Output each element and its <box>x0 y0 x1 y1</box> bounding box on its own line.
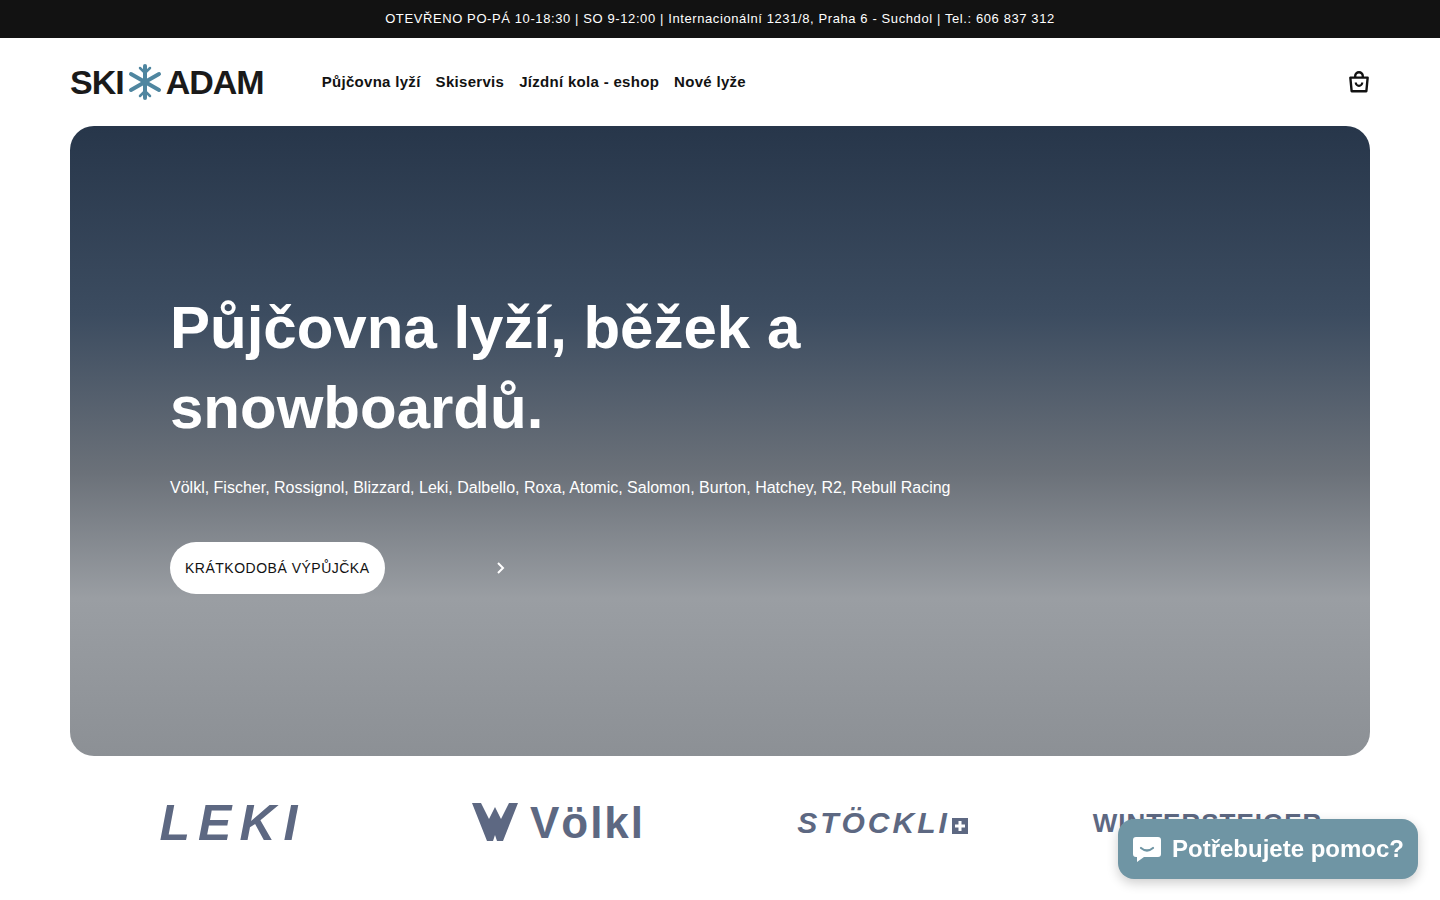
brand-logo[interactable]: Völkl <box>395 801 720 845</box>
hero-title: Půjčovna lyží, běžek a snowboardů. <box>170 288 890 448</box>
announcement-bar: OTEVŘENO PO-PÁ 10-18:30 | SO 9-12:00 | I… <box>0 0 1440 38</box>
logo-right: ADAM <box>166 65 264 99</box>
logo[interactable]: SKI ADAM <box>70 64 264 100</box>
brand-logo[interactable]: LEKI <box>70 798 395 848</box>
nav-link[interactable]: Nové lyže <box>674 71 746 94</box>
chat-bubble-icon <box>1132 835 1162 863</box>
site-header: SKI ADAM Půjčovna lyží Skiservis Jízdní ko… <box>0 38 1440 126</box>
brand-name: STÖCKLI <box>797 808 950 838</box>
nav-link[interactable]: Skiservis <box>436 71 505 94</box>
swiss-cross-icon <box>952 818 968 834</box>
brand-name: Völkl <box>530 801 645 845</box>
brand-name: LEKI <box>160 798 306 848</box>
hero-button-label: KRÁTKODOBÁ VÝPŮJČKA <box>185 558 370 579</box>
announcement-text: OTEVŘENO PO-PÁ 10-18:30 | SO 9-12:00 | I… <box>385 9 1055 29</box>
cart-icon[interactable] <box>1346 69 1372 95</box>
nav-link[interactable]: Jízdní kola - eshop <box>519 71 659 94</box>
hero-button[interactable]: KRÁTKODOBÁ VÝPŮJČKA <box>170 542 385 594</box>
main-nav: Půjčovna lyží Skiservis Jízdní kola - esho… <box>322 71 746 94</box>
chevron-right-icon[interactable] <box>495 561 507 575</box>
volkl-mark-icon <box>470 801 520 845</box>
hero-banner: Půjčovna lyží, běžek a snowboardů. Völkl… <box>70 126 1370 756</box>
brand-logo[interactable]: STÖCKLI <box>720 808 1045 838</box>
chat-label: Potřebujete pomoc? <box>1172 831 1404 867</box>
logo-left: SKI <box>70 65 124 99</box>
chat-button[interactable]: Potřebujete pomoc? <box>1118 819 1418 879</box>
hero-subtitle: Völkl, Fischer, Rossignol, Blizzard, Lek… <box>170 476 951 500</box>
nav-link[interactable]: Půjčovna lyží <box>322 71 421 94</box>
snowflake-icon <box>127 64 163 100</box>
